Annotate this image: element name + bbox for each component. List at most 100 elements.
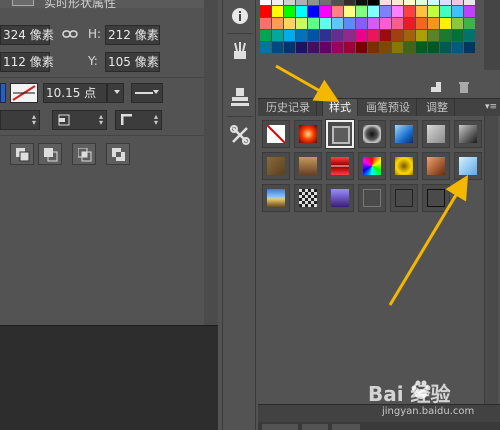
color-swatch[interactable] bbox=[392, 30, 403, 41]
color-swatch[interactable] bbox=[320, 42, 331, 53]
color-swatch[interactable] bbox=[452, 6, 463, 17]
color-swatch[interactable] bbox=[332, 0, 343, 5]
y-position-field[interactable]: 105 像素 bbox=[105, 52, 160, 72]
color-swatch[interactable] bbox=[452, 30, 463, 41]
style-light-blue-bevel[interactable] bbox=[454, 152, 482, 180]
color-swatch[interactable] bbox=[260, 18, 271, 29]
tab-styles[interactable]: 样式 bbox=[322, 99, 358, 117]
brush-presets-button[interactable] bbox=[227, 38, 253, 64]
color-swatch[interactable] bbox=[296, 42, 307, 53]
color-swatch[interactable] bbox=[404, 42, 415, 53]
color-swatch[interactable] bbox=[392, 0, 403, 5]
tab-brush-presets[interactable]: 画笔预设 bbox=[360, 99, 417, 117]
color-swatch[interactable] bbox=[320, 18, 331, 29]
style-yellow-frame[interactable] bbox=[390, 152, 418, 180]
color-swatch[interactable] bbox=[344, 42, 355, 53]
exclude-overlap-button[interactable] bbox=[106, 143, 130, 165]
color-swatch[interactable] bbox=[308, 42, 319, 53]
color-swatch[interactable] bbox=[440, 0, 451, 5]
style-purple-gradient[interactable] bbox=[326, 184, 354, 212]
color-swatch[interactable] bbox=[404, 6, 415, 17]
tab-history[interactable]: 历史记录 bbox=[260, 99, 317, 117]
color-swatch[interactable] bbox=[416, 0, 427, 5]
color-swatch[interactable] bbox=[440, 18, 451, 29]
color-swatch[interactable] bbox=[284, 0, 295, 5]
color-swatch[interactable] bbox=[320, 6, 331, 17]
color-swatch[interactable] bbox=[356, 30, 367, 41]
style-red-glow[interactable] bbox=[294, 120, 322, 148]
color-swatch[interactable] bbox=[260, 0, 271, 5]
tool-presets-button[interactable] bbox=[227, 122, 253, 148]
color-swatch[interactable] bbox=[428, 30, 439, 41]
style-outlined-frame[interactable] bbox=[325, 119, 355, 149]
color-swatch[interactable] bbox=[284, 18, 295, 29]
panel-menu-icon[interactable]: ▾≡ bbox=[485, 102, 497, 112]
color-swatch[interactable] bbox=[452, 18, 463, 29]
color-swatch[interactable] bbox=[452, 42, 463, 53]
color-swatch[interactable] bbox=[368, 0, 379, 5]
color-swatch[interactable] bbox=[428, 18, 439, 29]
color-swatch[interactable] bbox=[428, 0, 439, 5]
color-swatch[interactable] bbox=[440, 42, 451, 53]
color-swatch[interactable] bbox=[296, 30, 307, 41]
stroke-width-field[interactable]: 10.15 点 bbox=[43, 83, 107, 103]
color-swatch[interactable] bbox=[284, 42, 295, 53]
tab-layers[interactable] bbox=[262, 424, 298, 430]
combine-shapes-button[interactable] bbox=[10, 143, 34, 165]
color-swatch[interactable] bbox=[296, 0, 307, 5]
color-swatch[interactable] bbox=[452, 0, 463, 5]
trash-icon[interactable] bbox=[458, 81, 470, 93]
style-copper-gradient[interactable] bbox=[422, 152, 450, 180]
style-dark-gradient[interactable] bbox=[454, 120, 482, 148]
tab-adjustments[interactable]: 调整 bbox=[420, 99, 455, 117]
color-swatch[interactable] bbox=[260, 42, 271, 53]
color-swatch[interactable] bbox=[392, 42, 403, 53]
color-swatch[interactable] bbox=[296, 18, 307, 29]
color-swatch[interactable] bbox=[344, 30, 355, 41]
color-swatch[interactable] bbox=[356, 18, 367, 29]
color-swatch[interactable] bbox=[284, 6, 295, 17]
info-button[interactable] bbox=[227, 3, 253, 29]
style-gray-outline[interactable] bbox=[358, 184, 386, 212]
color-swatch[interactable] bbox=[332, 42, 343, 53]
swatches-scrollbar[interactable] bbox=[484, 0, 500, 70]
color-swatch[interactable] bbox=[272, 6, 283, 17]
color-swatch[interactable] bbox=[464, 42, 475, 53]
style-black-outline[interactable] bbox=[422, 184, 450, 212]
color-swatch[interactable] bbox=[380, 18, 391, 29]
color-swatch[interactable] bbox=[464, 0, 475, 5]
color-swatch[interactable] bbox=[260, 30, 271, 41]
cap-type-dropdown[interactable]: ▴ ▾ bbox=[52, 110, 107, 130]
color-swatch[interactable] bbox=[344, 0, 355, 5]
style-brown-texture[interactable] bbox=[262, 152, 290, 180]
corner-type-dropdown[interactable]: ▴ ▾ bbox=[115, 110, 162, 130]
color-swatch[interactable] bbox=[368, 6, 379, 17]
color-swatch[interactable] bbox=[404, 30, 415, 41]
color-swatch[interactable] bbox=[464, 6, 475, 17]
color-swatch[interactable] bbox=[380, 0, 391, 5]
color-swatch[interactable] bbox=[320, 30, 331, 41]
color-swatch[interactable] bbox=[272, 0, 283, 5]
color-swatch[interactable] bbox=[380, 30, 391, 41]
color-swatch[interactable] bbox=[368, 30, 379, 41]
color-swatch[interactable] bbox=[308, 18, 319, 29]
color-swatch[interactable] bbox=[416, 42, 427, 53]
color-swatch[interactable] bbox=[440, 30, 451, 41]
style-chrome-button[interactable] bbox=[358, 120, 386, 148]
width-field[interactable]: 324 像素 bbox=[0, 25, 54, 45]
style-rainbow-texture[interactable] bbox=[358, 152, 386, 180]
style-blue-glass[interactable] bbox=[390, 120, 418, 148]
color-swatch[interactable] bbox=[416, 6, 427, 17]
style-wood-texture[interactable] bbox=[294, 152, 322, 180]
new-swatch-icon[interactable] bbox=[430, 81, 442, 93]
color-swatch[interactable] bbox=[428, 6, 439, 17]
color-swatch[interactable] bbox=[368, 18, 379, 29]
style-none-style[interactable] bbox=[262, 120, 290, 148]
color-swatch[interactable] bbox=[308, 30, 319, 41]
clone-source-button[interactable] bbox=[227, 84, 253, 110]
color-swatch[interactable] bbox=[344, 18, 355, 29]
tab-paths[interactable] bbox=[332, 424, 360, 430]
fill-swatch[interactable] bbox=[0, 83, 6, 103]
color-swatch[interactable] bbox=[272, 18, 283, 29]
color-swatch[interactable] bbox=[284, 30, 295, 41]
